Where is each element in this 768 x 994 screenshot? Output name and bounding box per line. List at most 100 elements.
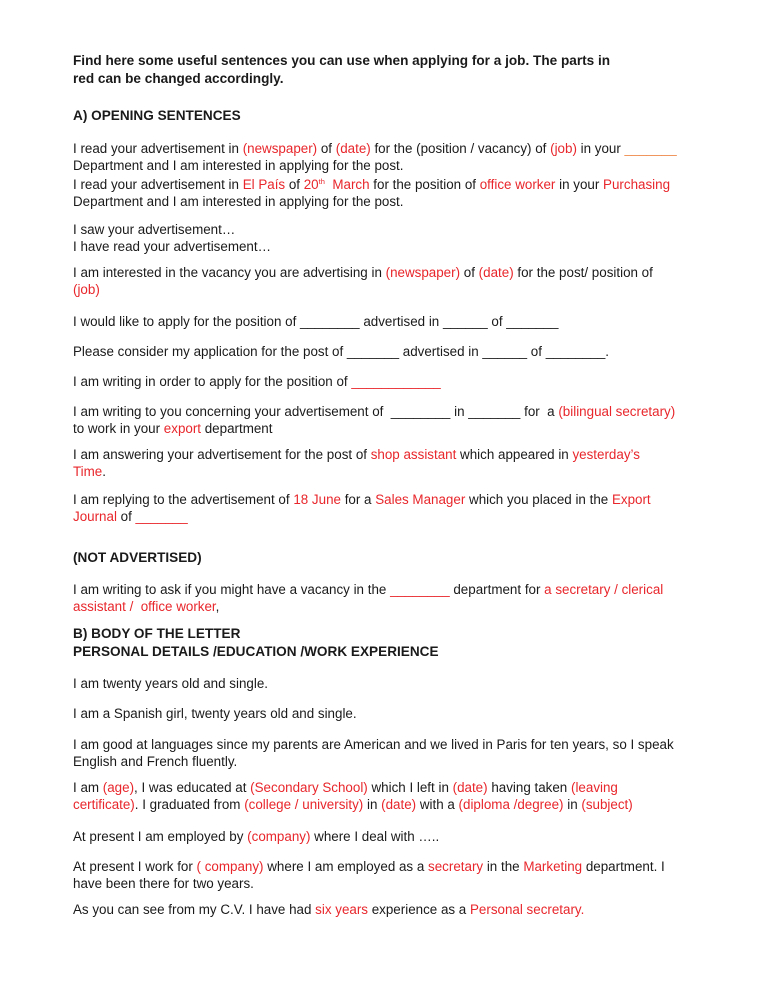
text: of	[317, 141, 336, 156]
text: for a	[340, 492, 376, 507]
text: in your	[576, 141, 625, 156]
text: .	[102, 464, 106, 479]
body-sentence-7: As you can see from my C.V. I have had s…	[73, 901, 733, 918]
document-page: Find here some useful sentences you can …	[0, 0, 768, 994]
editable-text: Export	[611, 492, 651, 507]
editable-text: Sales Manager	[375, 492, 466, 507]
section-b-heading: B) BODY OF THE LETTER PERSONAL DETAILS /…	[73, 625, 733, 661]
editable-text: March	[324, 177, 370, 192]
line: certificate). I graduated from (college …	[73, 796, 733, 813]
text: in your	[555, 177, 604, 192]
line: have been there for two years.	[73, 876, 254, 891]
text: in the	[483, 859, 524, 874]
line: I am (age), I was educated at (Secondary…	[73, 779, 733, 796]
line: I am good at languages since my parents …	[73, 737, 674, 752]
editable-text: Time	[73, 464, 103, 479]
text: . I graduated from	[134, 797, 245, 812]
not-advertised-sentence: I am writing to ask if you might have a …	[73, 581, 733, 615]
editable-text: certificate)	[73, 797, 135, 812]
opening-sentence-2: I read your advertisement in El País of …	[73, 176, 733, 210]
line: I am writing to you concerning your adve…	[73, 403, 733, 420]
editable-text: Journal	[73, 509, 117, 524]
body-sentence-6: At present I work for ( company) where I…	[73, 858, 733, 892]
text: to work in your	[73, 421, 164, 436]
body-sentence-3: I am good at languages since my parents …	[73, 736, 733, 770]
line: I have read your advertisement…	[73, 239, 271, 254]
line: I am interested in the vacancy you are a…	[73, 264, 733, 281]
editable-text: (leaving	[570, 780, 618, 795]
body-sentence-4: I am (age), I was educated at (Secondary…	[73, 779, 733, 813]
text: ,	[215, 599, 220, 614]
editable-text: (bilingual secretary)	[558, 404, 676, 419]
opening-sentence-4: I am interested in the vacancy you are a…	[73, 264, 733, 298]
line: to work in your export department	[73, 420, 733, 437]
text: in	[563, 797, 582, 812]
section-a-heading: A) OPENING SENTENCES	[73, 108, 241, 123]
editable-text: export	[163, 421, 202, 436]
text: experience as a	[368, 902, 470, 917]
editable-text: (Secondary School)	[250, 780, 368, 795]
intro-line-2: red can be changed accordingly.	[73, 71, 284, 86]
section-b-subtitle: PERSONAL DETAILS /EDUCATION /WORK EXPERI…	[73, 644, 439, 659]
text: of	[285, 177, 304, 192]
text: for the post/ position of	[513, 265, 653, 280]
line: I am writing to ask if you might have a …	[73, 581, 733, 598]
editable-text: assistant / office worker	[73, 599, 216, 614]
opening-sentence-3: I saw your advertisement… I have read yo…	[73, 221, 733, 255]
editable-text: shop assistant	[370, 447, 457, 462]
body-sentence-5: At present I am employed by (company) wh…	[73, 828, 733, 845]
editable-text: (date)	[452, 780, 488, 795]
blank-field: _______	[135, 509, 188, 524]
text: As you can see from my C.V. I have had	[73, 902, 316, 917]
editable-text: ( company)	[196, 859, 264, 874]
line: Department and I am interested in applyi…	[73, 194, 404, 209]
blank-field: _______	[624, 141, 677, 156]
text: of	[460, 265, 479, 280]
editable-text: Personal secretary.	[469, 902, 585, 917]
intro-paragraph: Find here some useful sentences you can …	[73, 52, 733, 88]
text: in	[363, 797, 382, 812]
text: At present I work for	[73, 859, 197, 874]
editable-text: (newspaper)	[242, 141, 318, 156]
text: department for	[449, 582, 545, 597]
editable-text: office worker	[479, 177, 556, 192]
editable-text: (college / university)	[244, 797, 364, 812]
text: I am answering your advertisement for th…	[73, 447, 371, 462]
intro-line-1: Find here some useful sentences you can …	[73, 53, 611, 68]
editable-text: (newspaper)	[385, 265, 461, 280]
opening-sentence-7: I am writing in order to apply for the p…	[73, 373, 733, 390]
body-sentence-2: I am a Spanish girl, twenty years old an…	[73, 706, 357, 721]
editable-text: a secretary / clerical	[544, 582, 664, 597]
text: of	[116, 509, 136, 524]
text: which you placed in the	[465, 492, 612, 507]
editable-text: six years	[315, 902, 368, 917]
blank-field: ________	[390, 582, 450, 597]
editable-text: (date)	[478, 265, 514, 280]
line: I am answering your advertisement for th…	[73, 446, 733, 463]
editable-text: El País	[242, 177, 286, 192]
text: where I am employed as a	[263, 859, 429, 874]
text: I am	[73, 780, 103, 795]
text: where I deal with …..	[310, 829, 440, 844]
editable-text: (job)	[550, 141, 577, 156]
section-b-title: B) BODY OF THE LETTER	[73, 626, 241, 641]
editable-text: (date)	[335, 141, 371, 156]
line: Time.	[73, 463, 733, 480]
text: which appeared in	[456, 447, 573, 462]
blank-field: ____________	[351, 374, 441, 389]
opening-sentence-5: I would like to apply for the position o…	[73, 314, 559, 329]
opening-sentence-9: I am answering your advertisement for th…	[73, 446, 733, 480]
editable-text: (job)	[73, 282, 100, 297]
line: I am replying to the advertisement of 18…	[73, 491, 733, 508]
text: I am writing in order to apply for the p…	[73, 374, 352, 389]
line: I read your advertisement in (newspaper)…	[73, 140, 733, 157]
editable-text: (date)	[381, 797, 417, 812]
editable-text: secretary	[428, 859, 484, 874]
opening-sentence-8: I am writing to you concerning your adve…	[73, 403, 733, 437]
line: assistant / office worker,	[73, 598, 733, 615]
text: department	[201, 421, 273, 436]
body-sentence-1: I am twenty years old and single.	[73, 676, 269, 691]
opening-sentence-1: I read your advertisement in (newspaper)…	[73, 140, 733, 174]
opening-sentence-6: Please consider my application for the p…	[73, 344, 609, 359]
opening-sentence-10: I am replying to the advertisement of 18…	[73, 491, 733, 525]
